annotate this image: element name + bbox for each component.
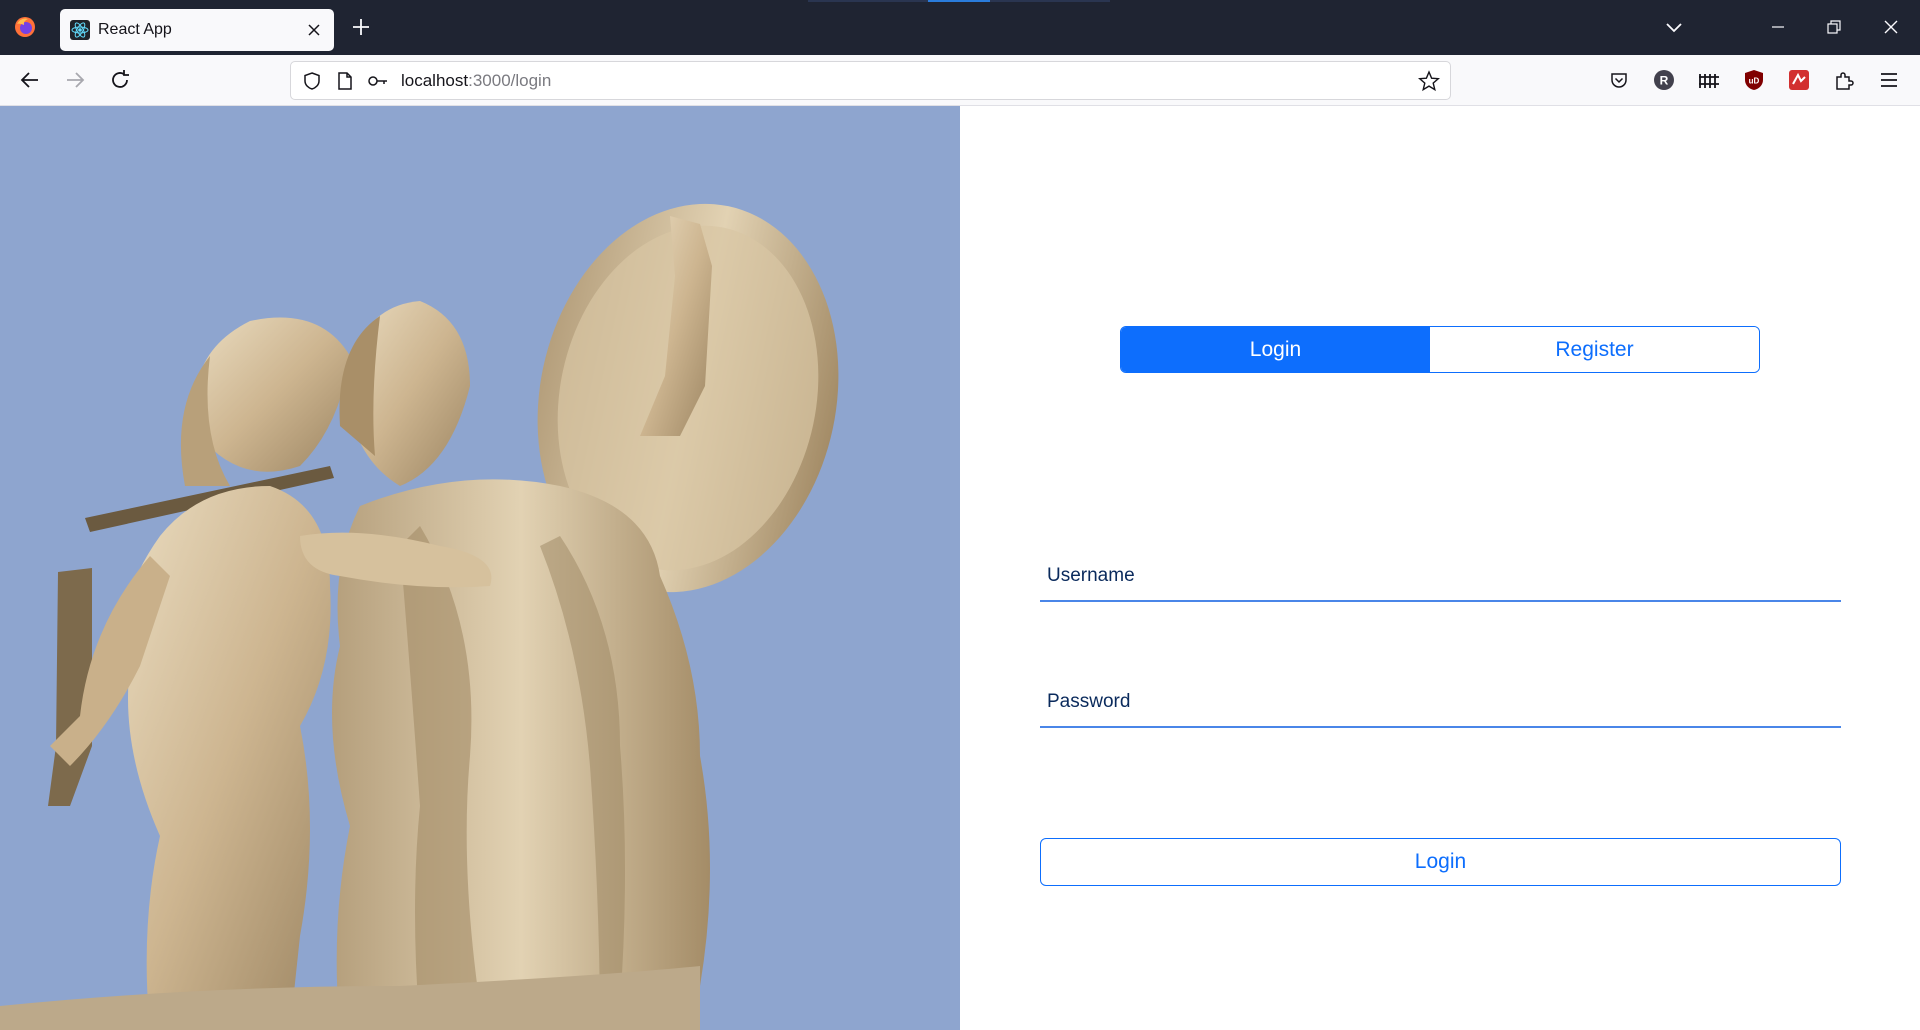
reload-icon[interactable] [105, 65, 135, 95]
react-icon [70, 20, 90, 40]
username-field[interactable]: Username [1040, 554, 1841, 602]
tab-login[interactable]: Login [1121, 327, 1430, 372]
url-path: :3000/login [468, 71, 552, 90]
tab-register[interactable]: Register [1430, 327, 1759, 372]
close-icon[interactable] [304, 20, 324, 40]
star-icon[interactable] [1418, 70, 1440, 92]
browser-toolbar: localhost:3000/login R uD [0, 55, 1920, 106]
plus-icon[interactable] [349, 15, 373, 39]
browser-tab-bar: React App [0, 0, 1920, 55]
library-icon[interactable] [1696, 67, 1722, 93]
restore-icon[interactable] [1821, 14, 1847, 40]
minimize-icon[interactable] [1765, 14, 1791, 40]
login-submit-button[interactable]: Login [1040, 838, 1841, 886]
page-content: Login Register Username Password Login [0, 106, 1920, 1030]
forward-arrow-icon[interactable] [60, 65, 90, 95]
extensions-puzzle-icon[interactable] [1831, 67, 1857, 93]
firefox-icon[interactable] [13, 15, 37, 39]
url-host: localhost [401, 71, 469, 90]
tab-title: React App [98, 21, 172, 38]
address-bar[interactable]: localhost:3000/login [290, 61, 1451, 100]
hamburger-icon[interactable] [1876, 67, 1902, 93]
auth-panel: Login Register Username Password Login [960, 106, 1920, 1030]
username-input[interactable] [1040, 554, 1841, 600]
shield-icon[interactable] [301, 70, 323, 92]
auth-mode-toggle: Login Register [1120, 326, 1760, 373]
close-window-icon[interactable] [1878, 14, 1904, 40]
profile-extension-icon[interactable]: R [1651, 67, 1677, 93]
url-text[interactable]: localhost:3000/login [401, 71, 551, 91]
page-icon[interactable] [334, 70, 356, 92]
password-input[interactable] [1040, 680, 1841, 726]
hero-image [0, 106, 960, 1030]
ublock-letter: uD [1749, 77, 1760, 86]
key-icon[interactable] [367, 70, 389, 92]
red-extension-icon[interactable] [1786, 67, 1812, 93]
browser-tab[interactable]: React App [60, 9, 334, 51]
profile-letter: R [1660, 74, 1669, 88]
chevron-down-icon[interactable] [1661, 14, 1687, 40]
active-tab-indicator [928, 0, 990, 2]
back-arrow-icon[interactable] [15, 65, 45, 95]
pocket-icon[interactable] [1606, 67, 1632, 93]
ublock-icon[interactable]: uD [1741, 67, 1767, 93]
password-field[interactable]: Password [1040, 680, 1841, 728]
